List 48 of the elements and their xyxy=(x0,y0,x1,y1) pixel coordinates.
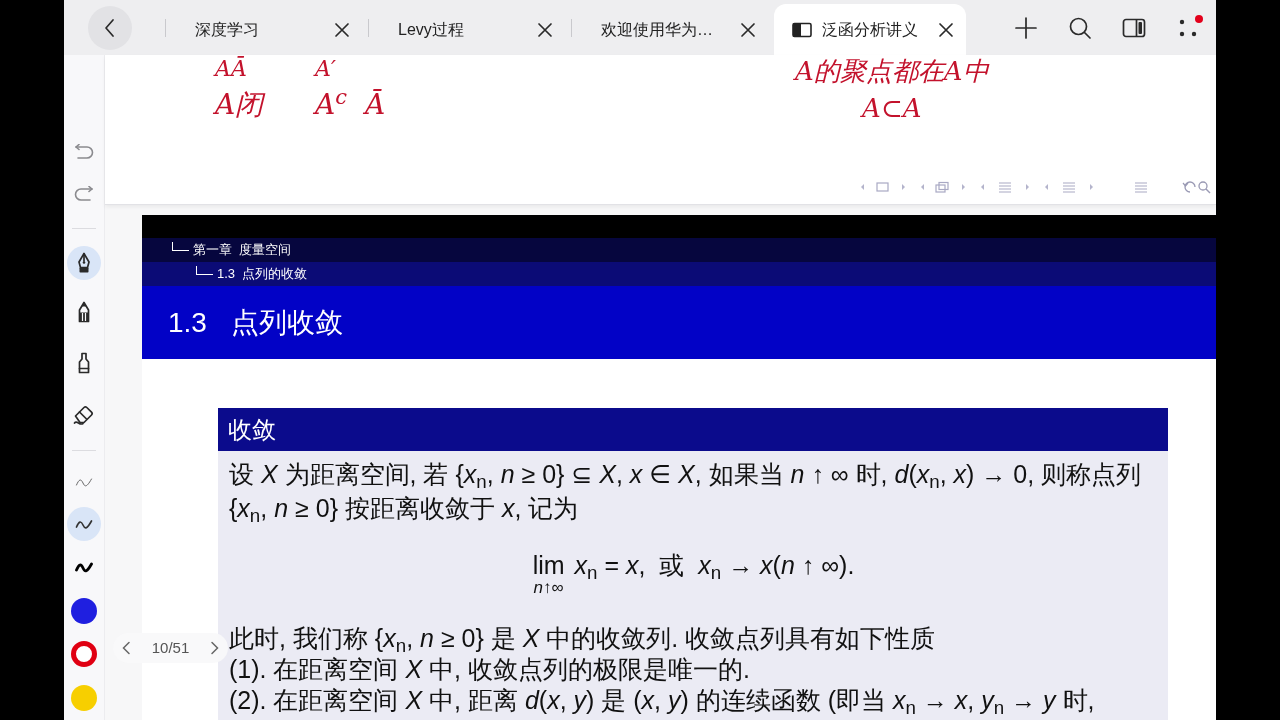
browser-tab[interactable]: 泛函分析讲义 xyxy=(774,4,966,55)
redo-icon[interactable] xyxy=(73,185,95,204)
handwritten-note: A的聚点都在A中 xyxy=(795,57,989,86)
handwritten-note: Ā xyxy=(365,90,387,123)
equation-text: x$_{n}$ = x, 或 x$_{n}$ → x(n ↑ ∞). xyxy=(574,552,855,579)
browser-tab[interactable]: 深度学习 xyxy=(166,4,368,55)
tree-connector-icon xyxy=(196,265,213,275)
page-number: 10/51 xyxy=(151,637,190,658)
browser-tab[interactable]: Levy过程 xyxy=(369,4,571,55)
chevron-right-icon[interactable] xyxy=(210,641,220,655)
handwritten-note: AĀ xyxy=(215,57,248,83)
chevron-left-icon[interactable] xyxy=(121,641,131,655)
back-button[interactable] xyxy=(88,5,132,50)
breadcrumb-text[interactable]: 1.3 点列的收敛 xyxy=(217,264,308,284)
paragraph-text: (1). 在距离空间 X 中, 收敛点列的极限是唯一的. xyxy=(229,654,751,685)
fountain-pen-tool-button[interactable] xyxy=(67,246,101,281)
close-icon[interactable] xyxy=(334,21,350,38)
tree-connector-icon xyxy=(172,241,189,251)
stroke-width-button[interactable] xyxy=(67,506,101,541)
close-icon[interactable] xyxy=(938,21,954,38)
handwritten-note: A⊂A xyxy=(862,93,922,123)
color-swatch-icon[interactable] xyxy=(70,640,98,669)
browser-tab[interactable]: 欢迎使用华为… xyxy=(572,4,774,55)
handwritten-note: A$^{c}$ xyxy=(315,90,348,123)
close-icon[interactable] xyxy=(740,21,756,38)
color-swatch-icon[interactable] xyxy=(70,596,98,625)
squiggle-stroke-icon xyxy=(75,560,93,573)
notification-dot-icon xyxy=(1195,14,1203,23)
search-icon[interactable] xyxy=(1068,15,1092,40)
close-icon[interactable] xyxy=(537,21,553,38)
color-swatch-icon[interactable] xyxy=(70,684,98,713)
squiggle-stroke-icon xyxy=(75,517,93,530)
squiggle-stroke-icon xyxy=(75,476,93,489)
frame-title: 点列收敛 xyxy=(230,305,343,340)
plus-icon[interactable] xyxy=(1014,15,1038,40)
paragraph-text: 设 X 为距离空间, 若 {x$_{n}$, n ≥ 0} ⊆ X, x ∈ X, 如果当 n ↑ ∞ 时, d(x$_{n}$, x) → 0, 则称点列 {x$_{n}$, n ≥ 0} 按距离收敛于 x, 记为 xyxy=(229,459,1143,525)
handwritten-note: A闭 xyxy=(215,90,267,123)
paragraph-text: 此时, 我们称 {x$_{n}$, n ≥ 0} 是 X 中的收敛列. 收敛点列具有如下性质 xyxy=(229,623,937,654)
block-title: 收敛 xyxy=(218,408,1168,451)
breadcrumb-text[interactable]: 第一章 度量空间 xyxy=(193,240,292,260)
undo-icon[interactable] xyxy=(73,143,95,162)
handwritten-note: A′ xyxy=(315,57,337,83)
page-icon xyxy=(792,21,812,38)
limit-operator: lim xyxy=(532,552,565,579)
section-number: 1.3 xyxy=(168,305,207,340)
paragraph-text: (2). 在距离空间 X 中, 距离 d(x, y) 是 (x, y) 的连续函数 (即当 x$_{n}$ → x, y$_{n}$ → y 时, xyxy=(229,685,1096,716)
limit-subscript: n↑∞ xyxy=(533,579,564,597)
back-and-search-icon[interactable] xyxy=(1182,180,1212,194)
